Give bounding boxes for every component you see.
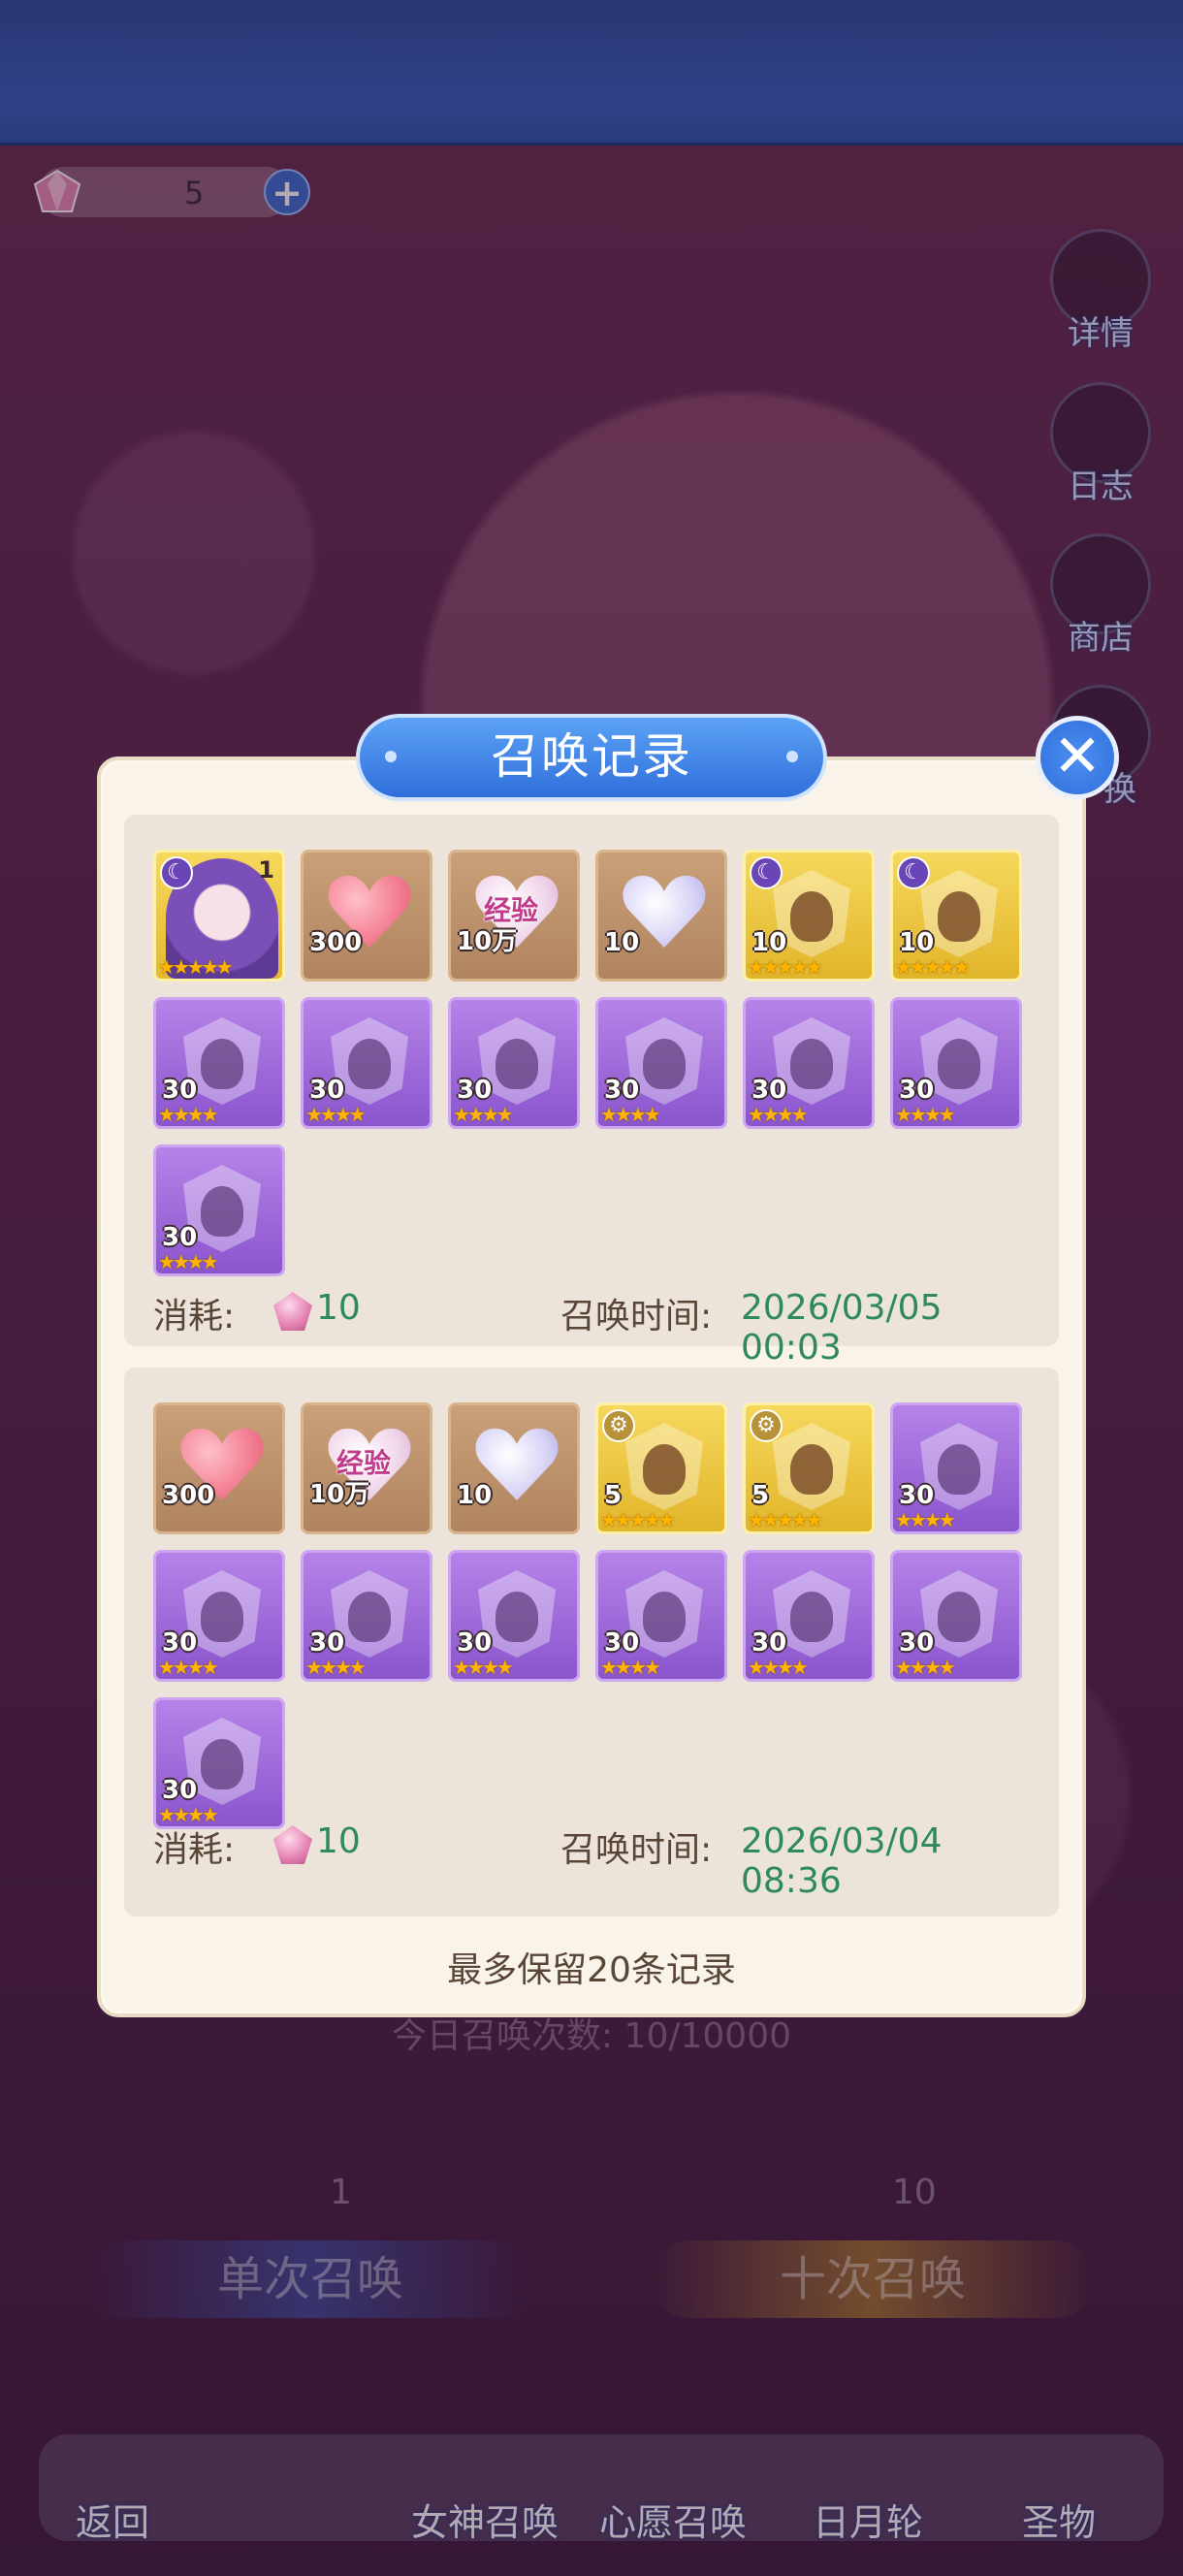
reward-item[interactable]: 30 ★★★★ [890, 997, 1022, 1129]
reward-item[interactable]: ☾ 10 ★★★★★ [890, 850, 1022, 982]
item-quantity: 5 [751, 1481, 770, 1510]
title-ornament-icon [385, 751, 397, 762]
reward-item[interactable]: 300 [301, 850, 432, 982]
shard-crystal-icon [773, 1423, 850, 1510]
reward-item[interactable]: 30 ★★★★ [448, 1550, 580, 1682]
item-quantity: 30 [162, 1223, 198, 1252]
reward-item[interactable]: 10 [448, 1402, 580, 1534]
reward-item[interactable]: 30 ★★★★ [595, 997, 727, 1129]
star-rating-icon: ★★★★ [895, 1656, 956, 1679]
reward-item[interactable]: 30 ★★★★ [153, 997, 285, 1129]
reward-item[interactable]: ⚙ 5 ★★★★★ [743, 1402, 875, 1534]
reward-item[interactable]: 30 ★★★★ [301, 997, 432, 1129]
close-button[interactable]: ✕ [1036, 716, 1119, 799]
reward-item[interactable]: ⚙ 5 ★★★★★ [595, 1402, 727, 1534]
record-footer: 消耗: 10 召唤时间: 2026/03/05 00:03 [153, 1288, 1030, 1368]
reward-item[interactable]: 30 ★★★★ [890, 1402, 1022, 1534]
item-quantity: 30 [309, 1628, 345, 1658]
item-quantity: 300 [309, 928, 363, 957]
star-rating-icon: ★★★★ [305, 1656, 367, 1679]
star-rating-icon: ★★★★ [158, 1250, 219, 1273]
summon-time: 2026/03/04 08:36 [741, 1821, 943, 1901]
gear-badge-icon: ⚙ [602, 1409, 635, 1442]
max-records-note: 最多保留20条记录 [447, 1950, 736, 1990]
reward-item[interactable]: 30 ★★★★ [301, 1550, 432, 1682]
summon-record: ☾ 1 ★★★★★ 300 经验 10万 10 ☾ 10 ★★★★★ ☾ 10 ★★★★★ 30 ★★★★ 3… [124, 815, 1059, 1368]
time-label: 召唤时间: [560, 1830, 713, 1870]
reward-item[interactable]: 30 ★★★★ [743, 997, 875, 1129]
star-rating-icon: ★★★★ [895, 1508, 956, 1531]
reward-item[interactable]: 30 ★★★★ [890, 1550, 1022, 1682]
reward-item[interactable]: 30 ★★★★ [595, 1550, 727, 1682]
item-quantity: 5 [604, 1481, 623, 1510]
item-quantity: 30 [162, 1628, 198, 1658]
reward-item[interactable]: 30 ★★★★ [448, 997, 580, 1129]
reward-item[interactable]: 经验 10万 [301, 1402, 432, 1534]
item-quantity: 30 [604, 1628, 640, 1658]
moon-badge-icon: ☾ [897, 856, 930, 889]
star-rating-icon: ★★★★ [600, 1656, 661, 1679]
time-label: 召唤时间: [560, 1297, 713, 1336]
item-quantity: 10 [751, 928, 787, 957]
star-rating-icon: ★★★★★ [158, 955, 234, 979]
item-quantity: 30 [899, 1628, 935, 1658]
item-quantity: 30 [457, 1076, 493, 1105]
item-quantity: 300 [162, 1481, 215, 1510]
star-rating-icon: ★★★★ [158, 1656, 219, 1679]
shard-crystal-icon [625, 1423, 703, 1510]
item-quantity: 30 [604, 1076, 640, 1105]
reward-item[interactable]: 30 ★★★★ [153, 1697, 285, 1829]
item-quantity: 30 [162, 1776, 198, 1805]
item-quantity: 10 [457, 1481, 493, 1510]
gem-icon [273, 1825, 312, 1864]
moon-badge-icon: ☾ [160, 856, 193, 889]
item-quantity: 30 [309, 1076, 345, 1105]
star-rating-icon: ★★★★ [748, 1103, 809, 1126]
reward-item[interactable]: 30 ★★★★ [153, 1550, 285, 1682]
item-quantity: 10 [899, 928, 935, 957]
reward-item[interactable]: ☾ 1 ★★★★★ [153, 850, 285, 982]
reward-item[interactable]: 经验 10万 [448, 850, 580, 982]
reward-item[interactable]: 300 [153, 1402, 285, 1534]
dialog-title-text: 召唤记录 [491, 728, 692, 785]
star-rating-icon: ★★★★★ [748, 1508, 823, 1531]
star-rating-icon: ★★★★ [748, 1656, 809, 1679]
reward-item[interactable]: 10 [595, 850, 727, 982]
star-rating-icon: ★★★★ [600, 1103, 661, 1126]
reward-item[interactable]: 30 ★★★★ [743, 1550, 875, 1682]
title-ornament-icon [786, 751, 798, 762]
consume-label: 消耗: [153, 1830, 236, 1870]
star-rating-icon: ★★★★★ [748, 955, 823, 979]
summon-time: 2026/03/05 00:03 [741, 1288, 943, 1368]
star-rating-icon: ★★★★ [305, 1103, 367, 1126]
gear-badge-icon: ⚙ [750, 1409, 783, 1442]
star-rating-icon: ★★★★ [453, 1656, 514, 1679]
item-quantity: 30 [751, 1076, 787, 1105]
summon-record: 300 经验 10万 10 ⚙ 5 ★★★★★ ⚙ 5 ★★★★★ 30 ★★★★ 30 ★★★★ 30 ★★… [124, 1368, 1059, 1916]
star-rating-icon: ★★★★ [895, 1103, 956, 1126]
reward-item[interactable]: 30 ★★★★ [153, 1144, 285, 1276]
reward-item[interactable]: ☾ 10 ★★★★★ [743, 850, 875, 982]
item-quantity: 30 [899, 1481, 935, 1510]
item-quantity: 30 [899, 1076, 935, 1105]
consume-value: 10 [316, 1288, 361, 1328]
item-quantity: 10 [604, 928, 640, 957]
gem-icon [273, 1292, 312, 1331]
item-level: 1 [258, 856, 274, 884]
item-quantity: 30 [751, 1628, 787, 1658]
star-rating-icon: ★★★★ [453, 1103, 514, 1126]
consume-value: 10 [316, 1821, 361, 1861]
item-quantity: 10万 [309, 1480, 370, 1509]
item-quantity: 30 [457, 1628, 493, 1658]
star-rating-icon: ★★★★★ [600, 1508, 676, 1531]
dialog-title: 召唤记录 [356, 714, 827, 801]
moon-badge-icon: ☾ [750, 856, 783, 889]
item-quantity: 30 [162, 1076, 198, 1105]
star-rating-icon: ★★★★★ [895, 955, 971, 979]
star-rating-icon: ★★★★ [158, 1103, 219, 1126]
item-quantity: 10万 [457, 927, 518, 956]
consume-label: 消耗: [153, 1297, 236, 1336]
record-footer: 消耗: 10 召唤时间: 2026/03/04 08:36 [153, 1821, 1030, 1901]
